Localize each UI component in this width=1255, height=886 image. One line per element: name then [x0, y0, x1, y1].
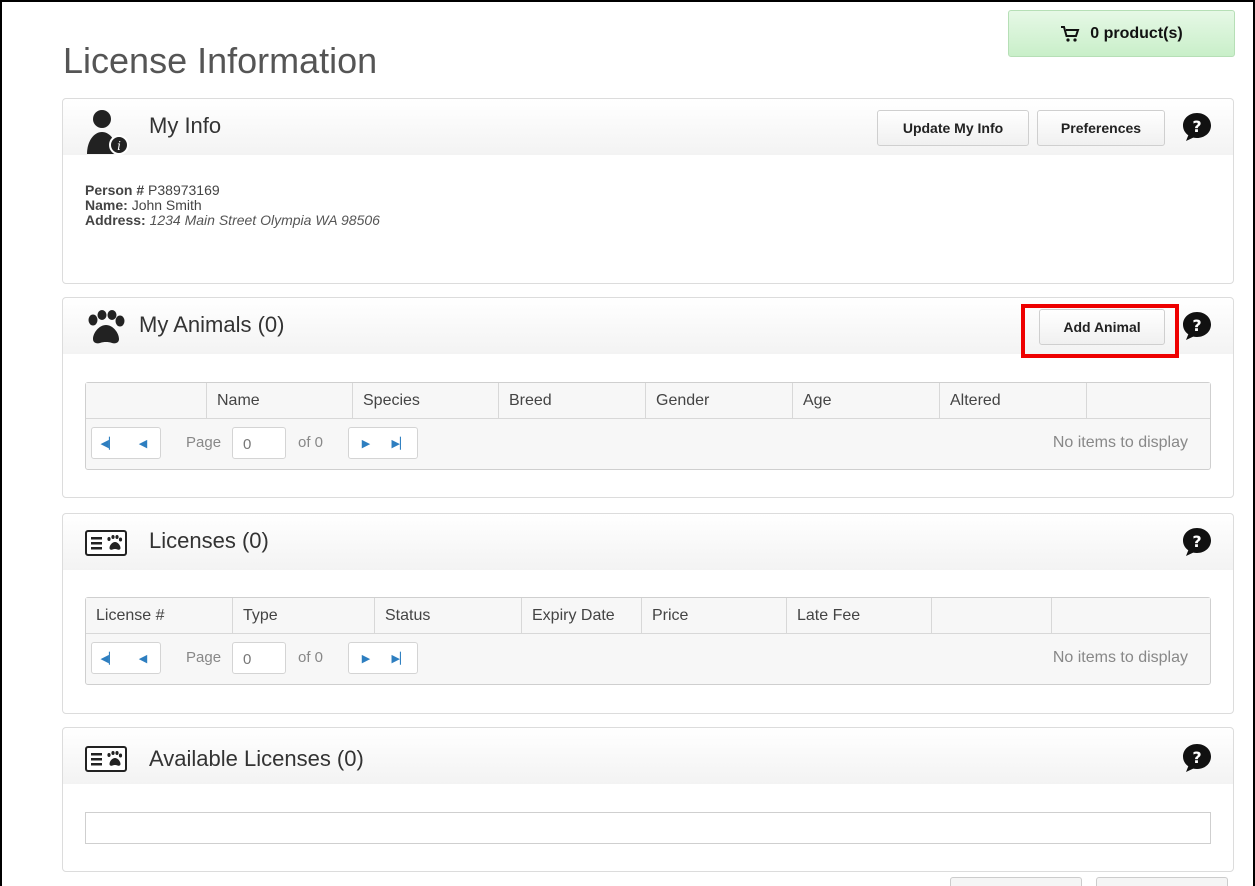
person-address: 1234 Main Street Olympia WA 98506 [149, 212, 380, 228]
column-header[interactable]: Altered [940, 383, 1087, 419]
first-page-icon[interactable]: ◀▏ [92, 643, 126, 673]
my-info-panel: i My Info Update My Info Preferences ? P… [62, 98, 1234, 284]
column-header[interactable]: Late Fee [787, 598, 932, 634]
preferences-button[interactable]: Preferences [1037, 110, 1165, 146]
column-header [1052, 598, 1210, 634]
page-label: Page [186, 649, 222, 666]
column-header [1087, 383, 1210, 419]
svg-text:?: ? [1192, 748, 1201, 767]
no-items-text: No items to display [1052, 649, 1188, 666]
cart-icon [1061, 25, 1080, 42]
column-header[interactable]: Status [375, 598, 522, 634]
column-header[interactable]: Gender [646, 383, 793, 419]
available-licenses-list [85, 812, 1211, 844]
page-of-label: of 0 [298, 434, 324, 451]
column-header[interactable]: Name [207, 383, 353, 419]
license-list-icon [85, 530, 127, 556]
help-icon[interactable]: ? [1181, 526, 1213, 558]
next-page-icon[interactable]: ▶ [349, 643, 383, 673]
column-header[interactable]: License # [86, 598, 233, 634]
column-header [932, 598, 1052, 634]
animals-grid-header: Name Species Breed Gender Age Altered [86, 383, 1210, 419]
pager-next-last: ▶ ▶▏ [348, 642, 418, 674]
person-number: P38973169 [148, 182, 220, 198]
cart-label: 0 product(s) [1090, 24, 1183, 42]
page-title: License Information [63, 40, 378, 81]
license-list-icon [85, 746, 127, 772]
update-my-info-button[interactable]: Update My Info [877, 110, 1029, 146]
column-header[interactable]: Expiry Date [522, 598, 642, 634]
available-licenses-header: Available Licenses (0) ? [63, 728, 1233, 784]
footer-button[interactable] [950, 877, 1082, 886]
name-label: Name: [85, 197, 128, 213]
available-licenses-title: Available Licenses (0) [149, 746, 364, 771]
pager-first-prev: ◀▏ ◀ [91, 427, 161, 459]
column-header[interactable] [86, 383, 207, 419]
licenses-grid-header: License # Type Status Expiry Date Price … [86, 598, 1210, 634]
next-page-icon[interactable]: ▶ [349, 428, 383, 458]
highlight-box [1021, 304, 1179, 358]
page-of-label: of 0 [298, 649, 324, 666]
address-label: Address: [85, 212, 146, 228]
column-header[interactable]: Breed [499, 383, 646, 419]
svg-text:i: i [117, 139, 121, 153]
page-label: Page [186, 434, 222, 451]
column-header[interactable]: Species [353, 383, 499, 419]
licenses-title: Licenses (0) [149, 528, 269, 553]
last-page-icon[interactable]: ▶▏ [383, 428, 417, 458]
page-input[interactable]: 0 [232, 427, 286, 459]
licenses-header: Licenses (0) ? [63, 514, 1233, 570]
no-items-text: No items to display [1052, 434, 1188, 451]
svg-text:?: ? [1192, 532, 1201, 551]
pager-next-last: ▶ ▶▏ [348, 427, 418, 459]
prev-page-icon[interactable]: ◀ [126, 643, 160, 673]
my-info-title: My Info [149, 113, 222, 138]
person-info: Person # P38973169 Name: John Smith Addr… [85, 183, 380, 228]
svg-text:?: ? [1192, 117, 1201, 136]
column-header[interactable]: Age [793, 383, 940, 419]
first-page-icon[interactable]: ◀▏ [92, 428, 126, 458]
svg-text:?: ? [1192, 316, 1201, 335]
person-name: John Smith [131, 197, 202, 213]
help-icon[interactable]: ? [1181, 310, 1213, 342]
help-icon[interactable]: ? [1181, 111, 1213, 143]
animals-grid: Name Species Breed Gender Age Altered ◀▏… [85, 382, 1211, 470]
user-info-icon: i [87, 110, 129, 155]
column-header[interactable]: Price [642, 598, 787, 634]
footer-button[interactable] [1096, 877, 1228, 886]
paw-icon [88, 310, 125, 344]
last-page-icon[interactable]: ▶▏ [383, 643, 417, 673]
prev-page-icon[interactable]: ◀ [126, 428, 160, 458]
my-info-header: i My Info Update My Info Preferences ? [63, 99, 1233, 155]
cart-button[interactable]: 0 product(s) [1008, 10, 1235, 57]
available-licenses-panel: Available Licenses (0) ? [62, 727, 1234, 872]
help-icon[interactable]: ? [1181, 742, 1213, 774]
licenses-grid: License # Type Status Expiry Date Price … [85, 597, 1211, 685]
person-label: Person # [85, 182, 145, 198]
animals-pager: ◀▏ ◀ Page 0 of 0 ▶ ▶▏ No items to displa… [86, 419, 1210, 469]
column-header[interactable]: Type [233, 598, 375, 634]
pager-first-prev: ◀▏ ◀ [91, 642, 161, 674]
page-input[interactable]: 0 [232, 642, 286, 674]
my-animals-title: My Animals (0) [139, 312, 285, 337]
licenses-panel: Licenses (0) ? License # Type Status Exp… [62, 513, 1234, 714]
licenses-pager: ◀▏ ◀ Page 0 of 0 ▶ ▶▏ No items to displa… [86, 634, 1210, 684]
